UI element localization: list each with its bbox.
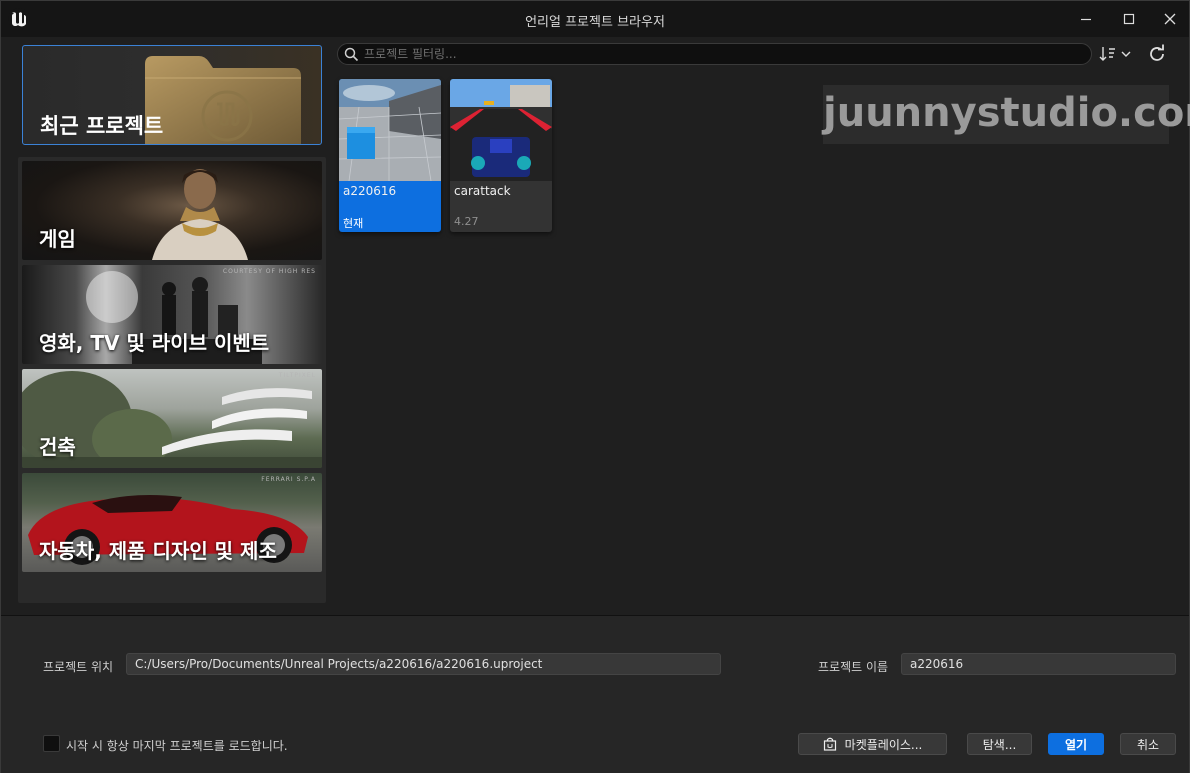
load-last-project-checkbox[interactable] bbox=[43, 735, 60, 752]
marketplace-button[interactable]: 마켓플레이스... bbox=[798, 733, 947, 755]
marketplace-button-label: 마켓플레이스... bbox=[844, 737, 923, 752]
browse-button-label: 탐색... bbox=[982, 737, 1017, 752]
project-thumbnail bbox=[339, 79, 441, 181]
project-browser-window: 언리얼 프로젝트 브라우저 최근 프로젝트 게임 COURTESY OF HIG… bbox=[0, 0, 1190, 773]
refresh-icon[interactable] bbox=[1146, 43, 1168, 65]
sort-options-button[interactable] bbox=[1099, 45, 1133, 63]
cancel-button[interactable]: 취소 bbox=[1120, 733, 1176, 755]
project-tile-carattack[interactable]: carattack 4.27 bbox=[450, 79, 552, 232]
category-film-credit: COURTESY OF HIGH RES bbox=[222, 268, 316, 275]
project-version: 4.27 bbox=[454, 215, 479, 228]
marketplace-bag-icon bbox=[823, 737, 836, 751]
open-button[interactable]: 열기 bbox=[1048, 733, 1104, 755]
category-automotive-label: 자동차, 제품 디자인 및 제조 bbox=[39, 539, 277, 563]
project-location-label: 프로젝트 위치 bbox=[43, 660, 114, 674]
maximize-button[interactable] bbox=[1116, 7, 1142, 31]
project-location-field[interactable]: C:/Users/Pro/Documents/Unreal Projects/a… bbox=[126, 653, 721, 675]
category-games[interactable]: 게임 bbox=[22, 161, 322, 260]
title-bar: 언리얼 프로젝트 브라우저 bbox=[1, 1, 1189, 37]
project-version: 현재 bbox=[343, 217, 364, 230]
folder-icon bbox=[145, 56, 301, 144]
minimize-icon bbox=[1081, 18, 1091, 21]
category-automotive-credit: FERRARI S.P.A bbox=[261, 476, 316, 483]
close-icon bbox=[1164, 13, 1176, 25]
category-architecture-credit: TILTPIXEL bbox=[278, 372, 316, 379]
project-tile-a220616[interactable]: a220616 현재 bbox=[339, 79, 441, 232]
recent-projects-label: 최근 프로젝트 bbox=[40, 114, 164, 138]
watermark: juunnystudio.com bbox=[823, 85, 1190, 144]
category-architecture[interactable]: TILTPIXEL 건축 bbox=[22, 369, 322, 468]
maximize-icon bbox=[1123, 13, 1135, 25]
minimize-button[interactable] bbox=[1073, 7, 1099, 31]
watermark-text: juunnystudio.com bbox=[823, 90, 1190, 136]
project-name: carattack bbox=[454, 184, 511, 198]
browse-button[interactable]: 탐색... bbox=[967, 733, 1032, 755]
project-name-field[interactable]: a220616 bbox=[901, 653, 1176, 675]
search-input[interactable] bbox=[364, 45, 1064, 63]
recent-projects-category[interactable]: 최근 프로젝트 bbox=[22, 45, 322, 145]
category-games-label: 게임 bbox=[39, 227, 76, 251]
project-name: a220616 bbox=[343, 184, 397, 198]
category-automotive[interactable]: FERRARI S.P.A 자동차, 제품 디자인 및 제조 bbox=[22, 473, 322, 572]
project-name-label: 프로젝트 이름 bbox=[818, 660, 889, 674]
project-thumbnail bbox=[450, 79, 552, 181]
category-film-tv-label: 영화, TV 및 라이브 이벤트 bbox=[39, 331, 270, 355]
template-category-list: 게임 COURTESY OF HIGH RES 영화, TV 및 라이브 이벤트 bbox=[18, 157, 326, 603]
category-film-tv[interactable]: COURTESY OF HIGH RES 영화, TV 및 라이브 이벤트 bbox=[22, 265, 322, 364]
close-button[interactable] bbox=[1157, 7, 1183, 31]
load-last-project-label: 시작 시 항상 마지막 프로젝트를 로드합니다. bbox=[66, 739, 288, 753]
open-button-label: 열기 bbox=[1064, 737, 1088, 752]
project-filter-bar bbox=[337, 43, 1092, 65]
project-details-panel: 프로젝트 위치 C:/Users/Pro/Documents/Unreal Pr… bbox=[1, 615, 1189, 773]
search-icon bbox=[344, 47, 359, 62]
category-architecture-label: 건축 bbox=[39, 435, 76, 459]
window-title: 언리얼 프로젝트 브라우저 bbox=[525, 15, 665, 30]
cancel-button-label: 취소 bbox=[1136, 737, 1160, 752]
